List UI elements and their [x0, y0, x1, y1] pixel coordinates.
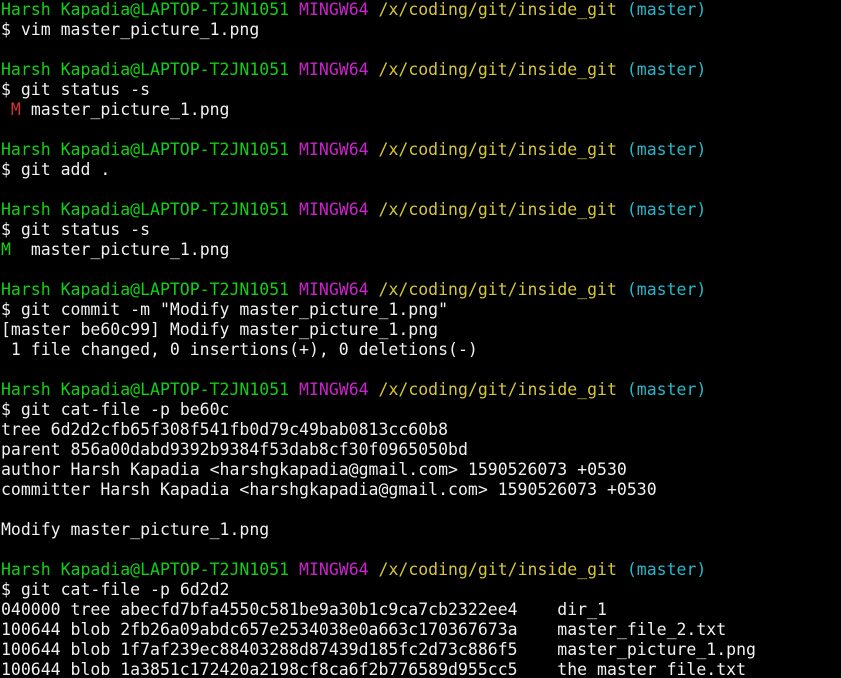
prompt-user-host: Harsh Kapadia@LAPTOP-T2JN1051 — [1, 200, 290, 219]
prompt-symbol: $ — [1, 300, 11, 319]
command-line: $ git commit -m "Modify master_picture_1… — [1, 300, 841, 320]
command-line: $ git cat-file -p 6d2d2 — [1, 580, 841, 600]
command-text: git cat-file -p 6d2d2 — [20, 580, 230, 599]
prompt-msystem: MINGW64 — [299, 140, 369, 159]
prompt-branch: (master) — [626, 560, 707, 579]
terminal-output: Harsh Kapadia@LAPTOP-T2JN1051 MINGW64 /x… — [1, 0, 841, 678]
prompt-line: Harsh Kapadia@LAPTOP-T2JN1051 MINGW64 /x… — [1, 380, 841, 400]
output-line: 100644 blob 2fb26a09abdc657e2534038e0a66… — [1, 620, 727, 639]
prompt-line: Harsh Kapadia@LAPTOP-T2JN1051 MINGW64 /x… — [1, 60, 841, 80]
prompt-user-host: Harsh Kapadia@LAPTOP-T2JN1051 — [1, 140, 290, 159]
prompt-branch: (master) — [626, 60, 707, 79]
command-line: $ git status -s — [1, 220, 841, 240]
status-flag: M — [1, 240, 21, 259]
status-file: master_picture_1.png — [30, 240, 230, 259]
prompt-symbol: $ — [1, 20, 11, 39]
prompt-user-host: Harsh Kapadia@LAPTOP-T2JN1051 — [1, 60, 290, 79]
prompt-msystem: MINGW64 — [299, 380, 369, 399]
prompt-line: Harsh Kapadia@LAPTOP-T2JN1051 MINGW64 /x… — [1, 280, 841, 300]
prompt-cwd: /x/coding/git/inside_git — [378, 280, 617, 299]
output-line: parent 856a00dabd9392b9384f53dab8cf30f09… — [1, 440, 468, 459]
output-line: 100644 blob 1f7af239ec88403288d87439d185… — [1, 640, 756, 659]
output-line: Modify master_picture_1.png — [1, 520, 270, 539]
prompt-branch: (master) — [626, 280, 707, 299]
prompt-line: Harsh Kapadia@LAPTOP-T2JN1051 MINGW64 /x… — [1, 560, 841, 580]
command-text: git status -s — [20, 80, 151, 99]
status-line: M master_picture_1.png — [1, 240, 841, 260]
command-line: $ git add . — [1, 160, 841, 180]
command-text: git cat-file -p be60c — [20, 400, 230, 419]
command-text: git status -s — [20, 220, 151, 239]
prompt-msystem: MINGW64 — [299, 560, 369, 579]
prompt-symbol: $ — [1, 160, 11, 179]
command-text: git add . — [20, 160, 111, 179]
prompt-line: Harsh Kapadia@LAPTOP-T2JN1051 MINGW64 /x… — [1, 200, 841, 220]
prompt-line: Harsh Kapadia@LAPTOP-T2JN1051 MINGW64 /x… — [1, 0, 841, 20]
prompt-branch: (master) — [626, 0, 707, 19]
status-flag: M — [1, 100, 21, 119]
prompt-cwd: /x/coding/git/inside_git — [378, 200, 617, 219]
prompt-cwd: /x/coding/git/inside_git — [378, 0, 617, 19]
prompt-line: Harsh Kapadia@LAPTOP-T2JN1051 MINGW64 /x… — [1, 140, 841, 160]
output-line: author Harsh Kapadia <harshgkapadia@gmai… — [1, 460, 627, 479]
prompt-user-host: Harsh Kapadia@LAPTOP-T2JN1051 — [1, 560, 290, 579]
output-line: committer Harsh Kapadia <harshgkapadia@g… — [1, 480, 657, 499]
prompt-symbol: $ — [1, 580, 11, 599]
prompt-msystem: MINGW64 — [299, 60, 369, 79]
command-line: $ git cat-file -p be60c — [1, 400, 841, 420]
prompt-branch: (master) — [626, 200, 707, 219]
prompt-msystem: MINGW64 — [299, 280, 369, 299]
command-line: $ git status -s — [1, 80, 841, 100]
prompt-cwd: /x/coding/git/inside_git — [378, 560, 617, 579]
status-line: M master_picture_1.png — [1, 100, 841, 120]
prompt-symbol: $ — [1, 220, 11, 239]
prompt-branch: (master) — [626, 380, 707, 399]
prompt-user-host: Harsh Kapadia@LAPTOP-T2JN1051 — [1, 280, 290, 299]
prompt-user-host: Harsh Kapadia@LAPTOP-T2JN1051 — [1, 380, 290, 399]
prompt-cwd: /x/coding/git/inside_git — [378, 380, 617, 399]
command-text: git commit -m "Modify master_picture_1.p… — [20, 300, 449, 319]
output-line: 100644 blob 1a3851c172420a2198cf8ca6f2b7… — [1, 660, 747, 678]
prompt-branch: (master) — [626, 140, 707, 159]
prompt-msystem: MINGW64 — [299, 0, 369, 19]
prompt-cwd: /x/coding/git/inside_git — [378, 140, 617, 159]
prompt-user-host: Harsh Kapadia@LAPTOP-T2JN1051 — [1, 0, 290, 19]
command-line: $ vim master_picture_1.png — [1, 20, 841, 40]
status-file: master_picture_1.png — [30, 100, 230, 119]
prompt-symbol: $ — [1, 400, 11, 419]
output-line: tree 6d2d2cfb65f308f541fb0d79c49bab0813c… — [1, 420, 449, 439]
output-line: [master be60c99] Modify master_picture_1… — [1, 320, 439, 339]
prompt-cwd: /x/coding/git/inside_git — [378, 60, 617, 79]
output-line: 1 file changed, 0 insertions(+), 0 delet… — [1, 340, 478, 359]
command-text: vim master_picture_1.png — [20, 20, 260, 39]
output-line: 040000 tree abecfd7bfa4550c581be9a30b1c9… — [1, 600, 607, 619]
terminal-window[interactable]: Harsh Kapadia@LAPTOP-T2JN1051 MINGW64 /x… — [0, 0, 841, 678]
prompt-symbol: $ — [1, 80, 11, 99]
prompt-msystem: MINGW64 — [299, 200, 369, 219]
